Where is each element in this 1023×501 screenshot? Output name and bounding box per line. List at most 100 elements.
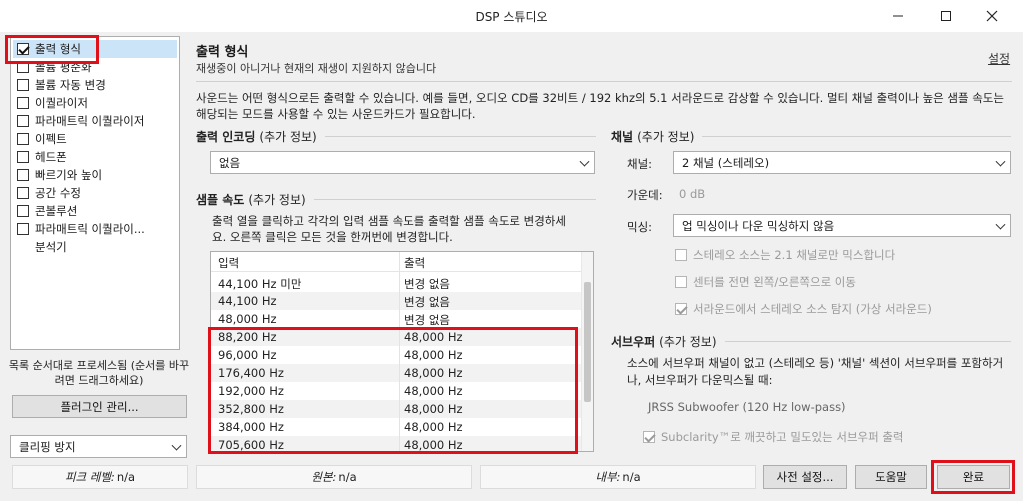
- encoding-label: 출력 인코딩: [196, 130, 256, 144]
- checkbox[interactable]: [643, 431, 655, 443]
- checkbox[interactable]: [17, 205, 29, 217]
- encoding-info-link[interactable]: (추가 정보): [259, 128, 316, 145]
- output-cell[interactable]: 48,000 Hz: [404, 438, 463, 451]
- mixing-label: 믹싱:: [627, 220, 653, 234]
- checkbox[interactable]: [17, 223, 29, 235]
- table-row[interactable]: 192,000 Hz 48,000 Hz: [211, 382, 583, 400]
- checkbox[interactable]: [675, 249, 687, 261]
- checkbox[interactable]: [675, 276, 687, 288]
- peak-level-value: n/a: [116, 470, 136, 484]
- sidebar-item-output-format[interactable]: 출력 형식: [13, 40, 177, 58]
- output-cell[interactable]: 48,000 Hz: [404, 366, 463, 380]
- sidebar-item-auto-volume[interactable]: 볼륨 자동 변경: [13, 76, 177, 94]
- option-label: Subclarity™로 깨끗하고 밀도있는 서브우퍼 출력: [661, 430, 904, 444]
- sample-rate-info-link[interactable]: (추가 정보): [248, 191, 305, 208]
- sidebar-item-label: 빠르기와 높이: [35, 168, 103, 182]
- table-row[interactable]: 48,000 Hz 변경 없음: [211, 310, 583, 328]
- minimize-button[interactable]: [875, 0, 921, 32]
- table-row[interactable]: 705,600 Hz 48,000 Hz: [211, 436, 583, 452]
- column-header-output[interactable]: 출력: [404, 255, 425, 271]
- mixing-select[interactable]: 업 믹싱이나 다운 믹싱하지 않음: [673, 214, 1011, 237]
- sidebar-item-effects[interactable]: 이펙트: [13, 130, 177, 148]
- checkbox[interactable]: [17, 97, 29, 109]
- output-encoding-select[interactable]: 없음: [210, 151, 595, 174]
- encoding-group-header: 출력 인코딩 (추가 정보): [196, 128, 596, 145]
- checkbox[interactable]: [17, 115, 29, 127]
- peak-level-status: 피크 레벨: n/a: [12, 465, 188, 489]
- sidebar-item-label: 파라매트릭 이퀄라이...: [35, 222, 145, 236]
- checkbox[interactable]: [17, 151, 29, 163]
- sidebar-item-headphones[interactable]: 헤드폰: [13, 148, 177, 166]
- clipping-prevention-select[interactable]: 클리핑 방지: [10, 435, 187, 458]
- output-cell[interactable]: 48,000 Hz: [404, 420, 463, 434]
- sidebar-item-parametric-eq-2[interactable]: 파라매트릭 이퀄라이...: [13, 220, 177, 238]
- checkbox[interactable]: [17, 61, 29, 73]
- table-row[interactable]: 352,800 Hz 48,000 Hz: [211, 400, 583, 418]
- table-row[interactable]: 384,000 Hz 48,000 Hz: [211, 418, 583, 436]
- table-row[interactable]: 96,000 Hz 48,000 Hz: [211, 346, 583, 364]
- output-cell[interactable]: 48,000 Hz: [404, 330, 463, 344]
- output-cell[interactable]: 48,000 Hz: [404, 402, 463, 416]
- table-row[interactable]: 88,200 Hz 48,000 Hz: [211, 328, 583, 346]
- channel-info-link[interactable]: (추가 정보): [637, 128, 694, 145]
- sidebar-item-label: 분석기: [35, 240, 67, 254]
- checkbox[interactable]: [17, 187, 29, 199]
- table-row[interactable]: 44,100 Hz 변경 없음: [211, 292, 583, 310]
- checkbox[interactable]: [17, 169, 29, 181]
- channel-select[interactable]: 2 채널 (스테레오): [673, 151, 1011, 174]
- channel-label: 채널: [611, 130, 634, 144]
- checkbox[interactable]: [675, 303, 687, 315]
- chevron-down-icon: [995, 156, 1006, 167]
- input-cell: 44,100 Hz: [218, 294, 277, 308]
- output-cell[interactable]: 변경 없음: [404, 294, 450, 310]
- subwoofer-filter: JRSS Subwoofer (120 Hz low-pass): [648, 400, 846, 414]
- clipping-select-value: 클리핑 방지: [19, 439, 76, 454]
- sidebar-item-equalizer[interactable]: 이퀄라이저: [13, 94, 177, 112]
- sidebar-item-analyzer[interactable]: 분석기: [13, 238, 177, 256]
- sidebar-item-convolution[interactable]: 콘볼루션: [13, 202, 177, 220]
- sidebar-item-room-correction[interactable]: 공간 수정: [13, 184, 177, 202]
- sidebar-item-label: 볼륨 평준화: [35, 60, 92, 74]
- output-cell[interactable]: 변경 없음: [404, 276, 450, 292]
- manage-plugins-button[interactable]: 플러그인 관리...: [12, 395, 187, 418]
- column-header-input[interactable]: 입력: [218, 255, 239, 271]
- scrollbar-thumb[interactable]: [584, 282, 591, 402]
- internal-label: 내부:: [595, 470, 621, 484]
- close-icon: [986, 10, 998, 22]
- center-value: 0 dB: [679, 187, 706, 201]
- output-cell[interactable]: 변경 없음: [404, 312, 450, 328]
- sidebar-item-label: 이펙트: [35, 132, 67, 146]
- table-row[interactable]: 176,400 Hz 48,000 Hz: [211, 364, 583, 382]
- presets-button[interactable]: 사전 설정...: [763, 465, 847, 489]
- center-label: 가운데:: [627, 188, 663, 202]
- table-row[interactable]: 44,100 Hz 미만 변경 없음: [211, 274, 583, 292]
- input-cell: 705,600 Hz: [218, 438, 284, 452]
- subclarity-option[interactable]: Subclarity™로 깨끗하고 밀도있는 서브우퍼 출력: [643, 429, 904, 445]
- settings-link[interactable]: 설정: [988, 50, 1010, 67]
- table-scrollbar[interactable]: [581, 252, 593, 451]
- close-button[interactable]: [969, 0, 1015, 32]
- stereo-2-1-option[interactable]: 스테레오 소스는 2.1 채널로만 믹스합니다: [675, 247, 895, 263]
- chevron-down-icon: [995, 219, 1006, 230]
- output-cell[interactable]: 48,000 Hz: [404, 384, 463, 398]
- maximize-button[interactable]: [923, 0, 969, 32]
- output-cell[interactable]: 48,000 Hz: [404, 348, 463, 362]
- dsp-module-list[interactable]: 출력 형식 볼륨 평준화 볼륨 자동 변경 이퀄라이저 파라매트릭 이퀄라이저 …: [10, 36, 180, 350]
- input-cell: 176,400 Hz: [218, 366, 284, 380]
- sample-rate-table[interactable]: 입력 출력 44,100 Hz 미만 변경 없음 44,100 Hz 변경 없음 4…: [210, 251, 594, 452]
- done-button[interactable]: 완료: [937, 465, 1010, 489]
- order-hint: 목록 순서대로 프로세스됨 (순서를 바꾸려면 드래그하세요): [8, 359, 190, 387]
- help-button[interactable]: 도움말: [855, 465, 927, 489]
- sidebar-item-label: 공간 수정: [35, 186, 81, 200]
- table-header: 입력 출력: [211, 252, 583, 272]
- sidebar-item-parametric-eq[interactable]: 파라매트릭 이퀄라이저: [13, 112, 177, 130]
- sidebar-item-volume-leveling[interactable]: 볼륨 평준화: [13, 58, 177, 76]
- checkbox[interactable]: [17, 79, 29, 91]
- sidebar-item-tempo-pitch[interactable]: 빠르기와 높이: [13, 166, 177, 184]
- virtual-surround-option[interactable]: 서라운드에서 스테레오 소스 탐지 (가상 서라운드): [675, 301, 932, 317]
- checkbox[interactable]: [17, 133, 29, 145]
- center-to-front-option[interactable]: 센터를 전면 왼쪽/오른쪽으로 이동: [675, 274, 856, 290]
- window-title: DSP 스튜디오: [475, 10, 548, 24]
- subwoofer-info-link[interactable]: (추가 정보): [659, 333, 716, 350]
- checkbox[interactable]: [17, 43, 29, 55]
